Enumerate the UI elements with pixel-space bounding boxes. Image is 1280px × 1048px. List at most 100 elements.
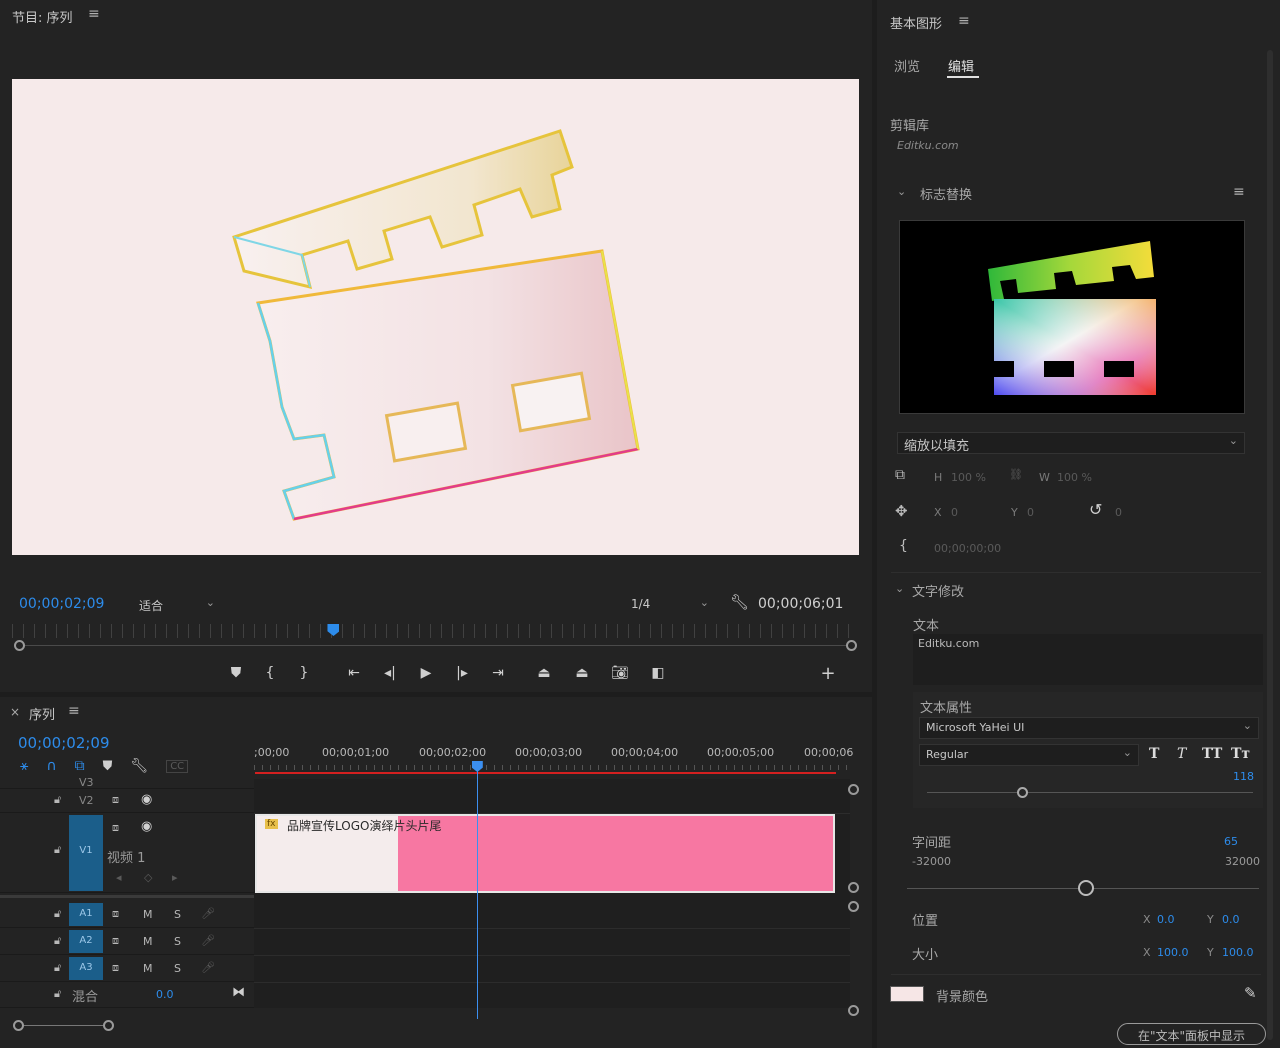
tracking-value[interactable]: 65 (1224, 835, 1238, 848)
timeline-playhead-line[interactable] (476, 769, 478, 1019)
position-x-value[interactable]: 0.0 (1157, 913, 1175, 926)
position-y-value[interactable]: 0.0 (1222, 913, 1240, 926)
audio-scroll-handle-bottom[interactable] (848, 1005, 859, 1016)
lock-icon[interactable]: 🔓︎ (54, 793, 61, 807)
timeline-settings-wrench-icon[interactable]: 🔧︎ (130, 758, 148, 774)
go-to-end-icon[interactable]: ⧓ (232, 985, 245, 1000)
nest-sequence-icon[interactable]: ⚹ (20, 758, 28, 774)
background-color-swatch[interactable] (890, 986, 924, 1002)
prev-keyframe-icon[interactable]: ◂ (116, 871, 122, 884)
timeline-zoom-handle-right[interactable] (103, 1020, 114, 1031)
track-name-v1[interactable]: 视频 1 (107, 847, 145, 866)
step-back-icon[interactable]: ◂| (380, 665, 400, 681)
go-to-out-icon[interactable]: ⇥ (488, 665, 508, 681)
chevron-down-icon[interactable]: ⌄ (895, 582, 904, 595)
font-style-dropdown[interactable]: Regular ⌄ (919, 744, 1139, 766)
time-ruler[interactable]: ;00;00 00;00;01;00 00;00;02;00 00;00;03;… (254, 741, 853, 779)
timing-bracket-icon[interactable]: { (899, 538, 908, 554)
fit-dropdown[interactable]: 适合 ⌄ (132, 594, 222, 614)
linked-selection-icon[interactable]: ⧉ (75, 758, 85, 774)
toggle-sync-lock-icon[interactable]: ⧈ (112, 821, 119, 835)
font-family-dropdown[interactable]: Microsoft YaHei UI ⌄ (919, 717, 1259, 739)
section-logo-title[interactable]: 标志替换 (920, 184, 972, 203)
add-marker-icon[interactable]: ⛊ (226, 665, 246, 681)
export-frame-camera-icon[interactable]: 📷︎ (610, 665, 630, 681)
comparison-view-icon[interactable]: ◧ (648, 665, 668, 681)
mark-in-icon[interactable]: { (260, 665, 280, 681)
resolution-dropdown[interactable]: 1/4 ⌄ (624, 594, 716, 614)
next-keyframe-icon[interactable]: ▸ (172, 871, 178, 884)
extract-icon[interactable]: ⏏ (572, 665, 592, 681)
lock-icon[interactable]: 🔓︎ (54, 934, 61, 948)
egp-scrollbar[interactable] (1267, 50, 1273, 1040)
section-menu-icon[interactable]: ≡ (1233, 184, 1245, 200)
eye-visibility-icon[interactable]: ◉ (141, 792, 152, 807)
timeline-zoom-handle-left[interactable] (13, 1020, 24, 1031)
mix-volume-value[interactable]: 0.0 (156, 988, 174, 1001)
microphone-icon[interactable]: 🎤︎ (201, 907, 215, 920)
snap-magnet-icon[interactable]: ∩ (46, 758, 56, 774)
track-target-v1[interactable]: V1 (69, 815, 103, 891)
program-mini-ruler[interactable] (12, 624, 858, 638)
show-in-text-panel-button[interactable]: 在"文本"面板中显示 (1117, 1023, 1266, 1045)
font-size-value[interactable]: 118 (1233, 770, 1254, 783)
step-forward-icon[interactable]: |▸ (452, 665, 472, 681)
mute-button[interactable]: M (143, 962, 153, 975)
solo-button[interactable]: S (174, 908, 181, 921)
captions-cc-icon[interactable]: CC (166, 759, 189, 773)
constrain-link-icon[interactable]: ⛓︎ (1009, 468, 1023, 481)
program-menu-icon[interactable]: ≡ (88, 6, 100, 22)
egp-title[interactable]: 基本图形 (890, 13, 942, 32)
mute-button[interactable]: M (143, 935, 153, 948)
scale-mode-dropdown[interactable]: 缩放以填充 ⌄ (897, 432, 1245, 454)
sequence-menu-icon[interactable]: ≡ (68, 703, 80, 719)
rotate-icon[interactable]: ↺ (1089, 500, 1102, 519)
toggle-sync-lock-icon[interactable]: ⧈ (112, 934, 119, 948)
time-value[interactable]: 00;00;00;00 (934, 542, 1001, 555)
zoom-handle-right[interactable] (846, 640, 857, 651)
eyedropper-icon[interactable]: ✎ (1244, 984, 1257, 1002)
faux-italic-icon[interactable]: T (1177, 746, 1186, 762)
pos-x-value[interactable]: 0 (951, 506, 958, 519)
program-timecode[interactable]: 00;00;02;09 (19, 596, 104, 612)
zoom-handle-left[interactable] (14, 640, 25, 651)
track-target-a3[interactable]: A3 (69, 957, 103, 980)
program-panel-title[interactable]: 节目: 序列 (12, 7, 73, 26)
move-position-icon[interactable]: ✥ (895, 502, 908, 520)
font-size-slider-thumb[interactable] (1017, 787, 1028, 798)
timeline-zoom-track[interactable] (19, 1025, 109, 1026)
width-value[interactable]: 100 % (1057, 471, 1092, 484)
small-caps-icon[interactable]: Tт (1231, 746, 1250, 762)
lock-icon[interactable]: 🔓︎ (54, 987, 61, 1001)
audio-scroll-handle-top[interactable] (848, 901, 859, 912)
track-target-a1[interactable]: A1 (69, 903, 103, 926)
add-keyframe-icon[interactable]: ◇ (144, 871, 152, 884)
egp-menu-icon[interactable]: ≡ (958, 13, 970, 29)
lift-icon[interactable]: ⏏ (534, 665, 554, 681)
tab-edit[interactable]: 编辑 (948, 56, 974, 75)
track-target-a2[interactable]: A2 (69, 930, 103, 953)
solo-button[interactable]: S (174, 962, 181, 975)
wrench-settings-icon[interactable]: 🔧︎ (730, 593, 749, 611)
sequence-timecode[interactable]: 00;00;02;09 (18, 734, 110, 752)
pos-y-value[interactable]: 0 (1027, 506, 1034, 519)
timeline-clip[interactable]: fx 品牌宣传LOGO演绎片头片尾 (255, 814, 835, 893)
lock-icon[interactable]: 🔓︎ (54, 843, 61, 857)
toggle-sync-lock-icon[interactable]: ⧈ (112, 907, 119, 921)
size-x-value[interactable]: 100.0 (1157, 946, 1189, 959)
program-preview-canvas[interactable] (12, 79, 859, 555)
library-value[interactable]: Editku.com (897, 139, 959, 152)
chevron-down-icon[interactable]: ⌄ (897, 185, 906, 198)
mark-out-icon[interactable]: } (294, 665, 314, 681)
height-value[interactable]: 100 % (951, 471, 986, 484)
go-to-in-icon[interactable]: ⇤ (344, 665, 364, 681)
add-button-icon[interactable]: + (818, 663, 838, 684)
section-text-title[interactable]: 文字修改 (912, 581, 964, 600)
sequence-tab[interactable]: 序列 (29, 704, 55, 723)
lock-icon[interactable]: 🔓︎ (54, 961, 61, 975)
add-marker-icon[interactable]: ⛊ (103, 759, 113, 774)
video-scroll-handle-bottom[interactable] (848, 882, 859, 893)
size-y-value[interactable]: 100.0 (1222, 946, 1254, 959)
work-area-bar[interactable] (255, 772, 836, 774)
text-input[interactable]: Editku.com (913, 634, 1263, 685)
